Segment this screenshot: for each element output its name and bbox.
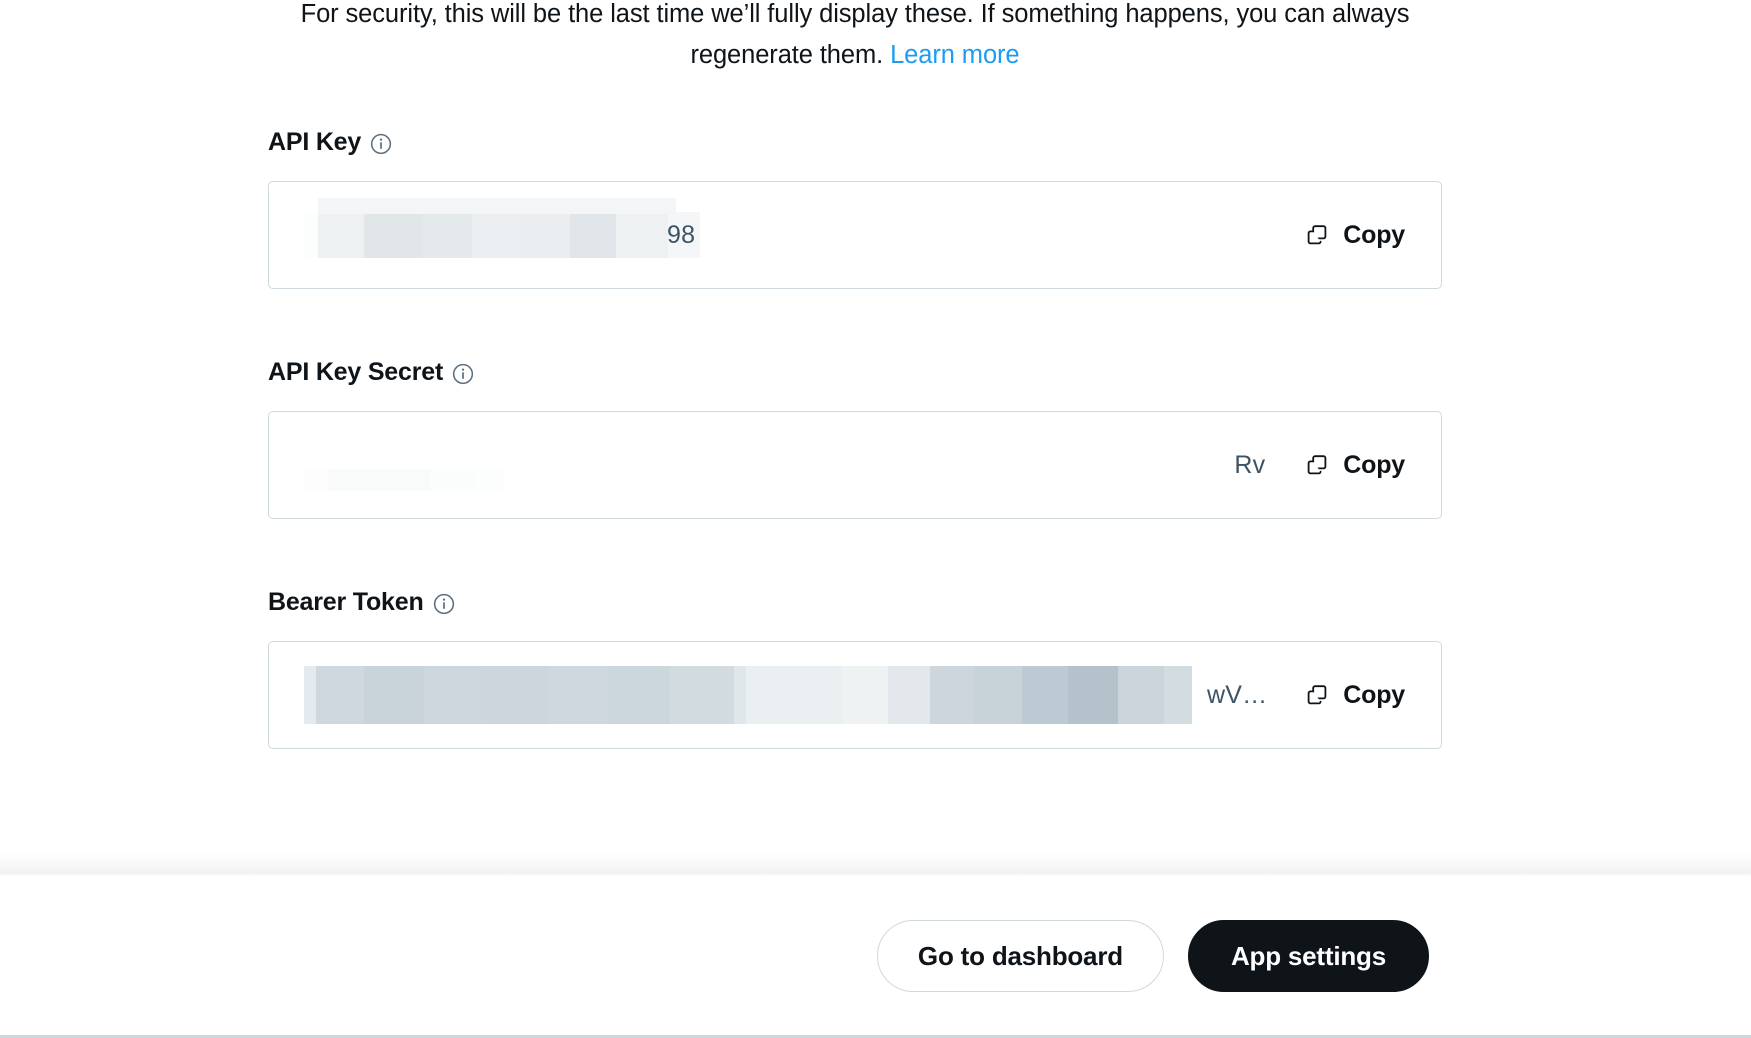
copy-icon	[1307, 455, 1327, 475]
field-api-key-secret: API Key Secret Rv Copy	[268, 358, 1442, 519]
learn-more-link[interactable]: Learn more	[890, 41, 1020, 69]
keys-content-region: For security, this will be the last time…	[0, 0, 1751, 866]
api-key-label: API Key	[268, 128, 362, 156]
bearer-token-value: wV…	[1206, 680, 1268, 709]
field-api-key: API Key 98 Copy	[268, 128, 1442, 289]
copy-api-key-secret-button[interactable]: Copy	[1283, 412, 1441, 518]
copy-icon	[1307, 685, 1327, 705]
api-key-redaction	[304, 198, 700, 258]
info-circle-icon[interactable]	[452, 363, 474, 385]
api-key-secret-value-area: Rv	[269, 412, 1283, 518]
info-circle-icon[interactable]	[433, 593, 455, 615]
info-circle-icon[interactable]	[370, 133, 392, 155]
copy-api-key-secret-label: Copy	[1343, 450, 1405, 479]
api-key-secret-redaction	[304, 468, 504, 491]
bearer-token-redaction	[304, 666, 1192, 724]
security-notice-text: For security, this will be the last time…	[300, 0, 1410, 69]
bearer-token-label-row: Bearer Token	[268, 588, 1442, 617]
bearer-token-input[interactable]: wV… Copy	[268, 641, 1442, 749]
bearer-token-label: Bearer Token	[268, 588, 424, 616]
api-key-value-area: 98	[269, 182, 1283, 288]
copy-icon	[1307, 225, 1327, 245]
copy-api-key-label: Copy	[1343, 220, 1405, 249]
api-key-secret-value: Rv	[1234, 450, 1266, 479]
api-key-input[interactable]: 98 Copy	[268, 181, 1442, 289]
api-key-secret-input[interactable]: Rv Copy	[268, 411, 1442, 519]
footer-actions: Go to dashboard App settings	[0, 876, 1751, 1036]
security-notice: For security, this will be the last time…	[268, 0, 1442, 76]
app-settings-button[interactable]: App settings	[1187, 920, 1429, 992]
field-bearer-token: Bearer Token wV… Copy	[268, 588, 1442, 749]
api-key-value: 98	[667, 220, 696, 249]
api-key-label-row: API Key	[268, 128, 1442, 157]
bearer-token-value-area: wV…	[269, 642, 1283, 748]
copy-bearer-token-button[interactable]: Copy	[1283, 642, 1441, 748]
api-keys-page: For security, this will be the last time…	[0, 0, 1751, 1038]
api-key-secret-label-row: API Key Secret	[268, 358, 1442, 387]
copy-bearer-token-label: Copy	[1343, 680, 1405, 709]
api-key-secret-label: API Key Secret	[268, 358, 444, 386]
go-to-dashboard-button[interactable]: Go to dashboard	[876, 920, 1164, 992]
copy-api-key-button[interactable]: Copy	[1283, 182, 1441, 288]
